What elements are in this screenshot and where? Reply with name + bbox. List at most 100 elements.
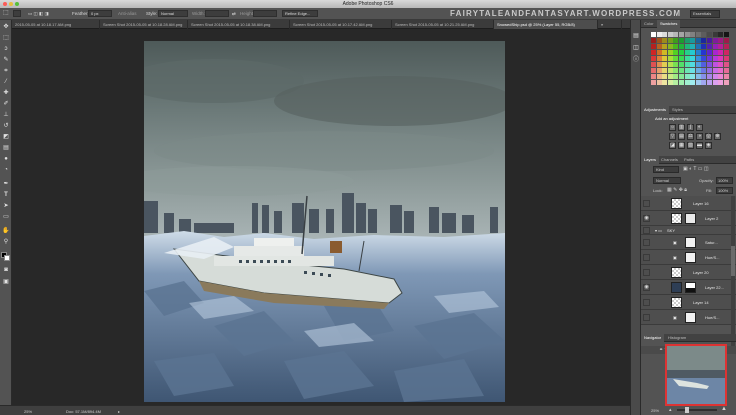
color-swatch[interactable] <box>701 80 707 85</box>
color-swatch[interactable] <box>718 50 724 55</box>
layer-name[interactable]: Layer 2 <box>705 216 718 221</box>
info-panel-icon[interactable]: ⓘ <box>632 56 640 64</box>
tab-histogram[interactable]: Histogram <box>665 334 689 342</box>
color-swatch[interactable] <box>684 74 690 79</box>
color-swatch[interactable] <box>701 38 707 43</box>
color-swatch[interactable] <box>707 62 712 67</box>
color-swatch[interactable] <box>690 56 696 61</box>
eraser-tool-icon[interactable]: ◩ <box>2 133 10 141</box>
color-swatch[interactable] <box>673 62 679 67</box>
color-swatch[interactable] <box>707 56 712 61</box>
layer-name[interactable]: Layer 16 <box>693 201 709 206</box>
color-swatch[interactable] <box>673 80 679 85</box>
posterize-icon[interactable]: ▦ <box>678 142 685 149</box>
group-expand-icon[interactable]: ▾ ▭ <box>655 228 662 233</box>
exposure-icon[interactable]: ◐ <box>696 124 703 131</box>
color-swatch[interactable] <box>707 68 712 73</box>
color-swatch[interactable] <box>701 74 707 79</box>
layer-name[interactable]: Layer 22... <box>705 285 724 290</box>
history-brush-tool-icon[interactable]: ↺ <box>2 122 10 130</box>
layer-mask-thumbnail[interactable] <box>685 237 696 248</box>
color-swatch[interactable] <box>690 74 696 79</box>
color-swatch[interactable] <box>679 38 684 43</box>
layer-mask-thumbnail[interactable] <box>685 312 696 323</box>
color-swatch[interactable] <box>695 38 701 43</box>
visibility-toggle-icon[interactable] <box>643 269 650 276</box>
levels-icon[interactable]: ▥ <box>678 124 685 131</box>
document-tab[interactable]: Screen Shot 2015-05-05 at 10.18.28 AM.pn… <box>100 20 188 29</box>
color-swatch[interactable] <box>712 50 718 55</box>
color-swatch[interactable] <box>695 74 701 79</box>
color-swatch[interactable] <box>718 38 724 43</box>
color-swatch[interactable] <box>667 44 673 49</box>
brush-tool-icon[interactable]: ✐ <box>2 100 10 108</box>
color-swatch[interactable] <box>667 32 673 37</box>
color-swatch[interactable] <box>662 74 668 79</box>
color-swatch[interactable] <box>723 38 729 43</box>
color-swatch[interactable] <box>690 38 696 43</box>
color-swatch[interactable] <box>718 62 724 67</box>
layer-name[interactable]: Layer 20 <box>693 270 709 275</box>
layers-scrollbar[interactable] <box>731 196 735 346</box>
zoom-readout[interactable]: 25% <box>24 409 32 414</box>
marquee-tool-icon[interactable]: ⬚ <box>3 9 9 16</box>
color-swatch[interactable] <box>651 74 656 79</box>
eyedropper-tool-icon[interactable]: ⁄ <box>2 78 10 86</box>
height-input[interactable] <box>253 10 277 17</box>
color-swatch[interactable] <box>656 68 662 73</box>
brightness-contrast-icon[interactable]: ☼ <box>669 124 676 131</box>
document-tab[interactable]: 2015-05-05 at 10.18.17 AM.png <box>12 20 100 29</box>
group-name[interactable]: SKY <box>667 228 675 233</box>
layer-filter-kind[interactable]: Kind <box>653 166 679 173</box>
layer-row[interactable]: Layer 16 <box>641 196 736 211</box>
color-swatch[interactable] <box>718 32 724 37</box>
color-swatch[interactable] <box>690 44 696 49</box>
tab-navigator[interactable]: Navigator <box>641 334 665 342</box>
layer-row[interactable]: ◉ Layer 2 <box>641 211 736 226</box>
color-swatch[interactable] <box>718 80 724 85</box>
visibility-toggle-icon[interactable] <box>643 299 650 306</box>
color-swatch[interactable] <box>712 68 718 73</box>
color-swatch[interactable] <box>667 50 673 55</box>
color-swatch[interactable] <box>651 44 656 49</box>
color-swatch[interactable] <box>712 74 718 79</box>
tab-color[interactable]: Color <box>641 20 657 28</box>
layer-mask-thumbnail[interactable] <box>685 252 696 263</box>
color-swatch[interactable] <box>667 74 673 79</box>
hand-tool-icon[interactable]: ✋ <box>2 227 10 235</box>
document-tab[interactable]: Screen Shot 2015-05-05 at 10.21.25 AM.pn… <box>392 20 494 29</box>
color-swatch[interactable] <box>695 50 701 55</box>
color-swatch[interactable] <box>684 32 690 37</box>
layer-name[interactable]: Satur... <box>705 240 718 245</box>
photo-filter-icon[interactable]: ◎ <box>705 133 712 140</box>
color-swatch[interactable] <box>651 32 656 37</box>
screen-mode-icon[interactable]: ▣ <box>2 278 10 286</box>
color-swatch[interactable] <box>679 44 684 49</box>
color-swatch[interactable] <box>684 68 690 73</box>
layer-name[interactable]: Hue/S... <box>705 315 719 320</box>
color-swatch[interactable] <box>656 44 662 49</box>
layer-name[interactable]: Layer 14 <box>693 300 709 305</box>
document-size[interactable]: Doc: 57.1M/894.4M <box>66 409 101 414</box>
color-swatch[interactable] <box>667 68 673 73</box>
blend-mode-select[interactable]: Normal <box>653 177 681 184</box>
color-swatch[interactable] <box>701 68 707 73</box>
layer-row[interactable]: ◉ Layer 22... <box>641 280 736 295</box>
color-swatch[interactable] <box>684 38 690 43</box>
marquee-tool-icon[interactable]: ⬚ <box>2 34 10 42</box>
zoom-out-icon[interactable]: ▴ <box>669 407 672 413</box>
color-swatch[interactable] <box>684 50 690 55</box>
navigator-preview[interactable] <box>665 344 727 406</box>
color-swatch[interactable] <box>679 68 684 73</box>
selection-mode-icons[interactable]: ▭ ◫ ◧ ◨ <box>28 11 49 17</box>
tool-preset-picker[interactable] <box>13 10 21 17</box>
color-swatch[interactable] <box>673 50 679 55</box>
color-swatch[interactable] <box>723 56 729 61</box>
pen-tool-icon[interactable]: ✒ <box>2 180 10 188</box>
color-swatch[interactable] <box>679 32 684 37</box>
color-swatch[interactable] <box>712 56 718 61</box>
visibility-toggle-icon[interactable] <box>643 314 650 321</box>
color-swatch[interactable] <box>707 32 712 37</box>
color-swatch[interactable] <box>701 62 707 67</box>
color-swatch[interactable] <box>707 44 712 49</box>
